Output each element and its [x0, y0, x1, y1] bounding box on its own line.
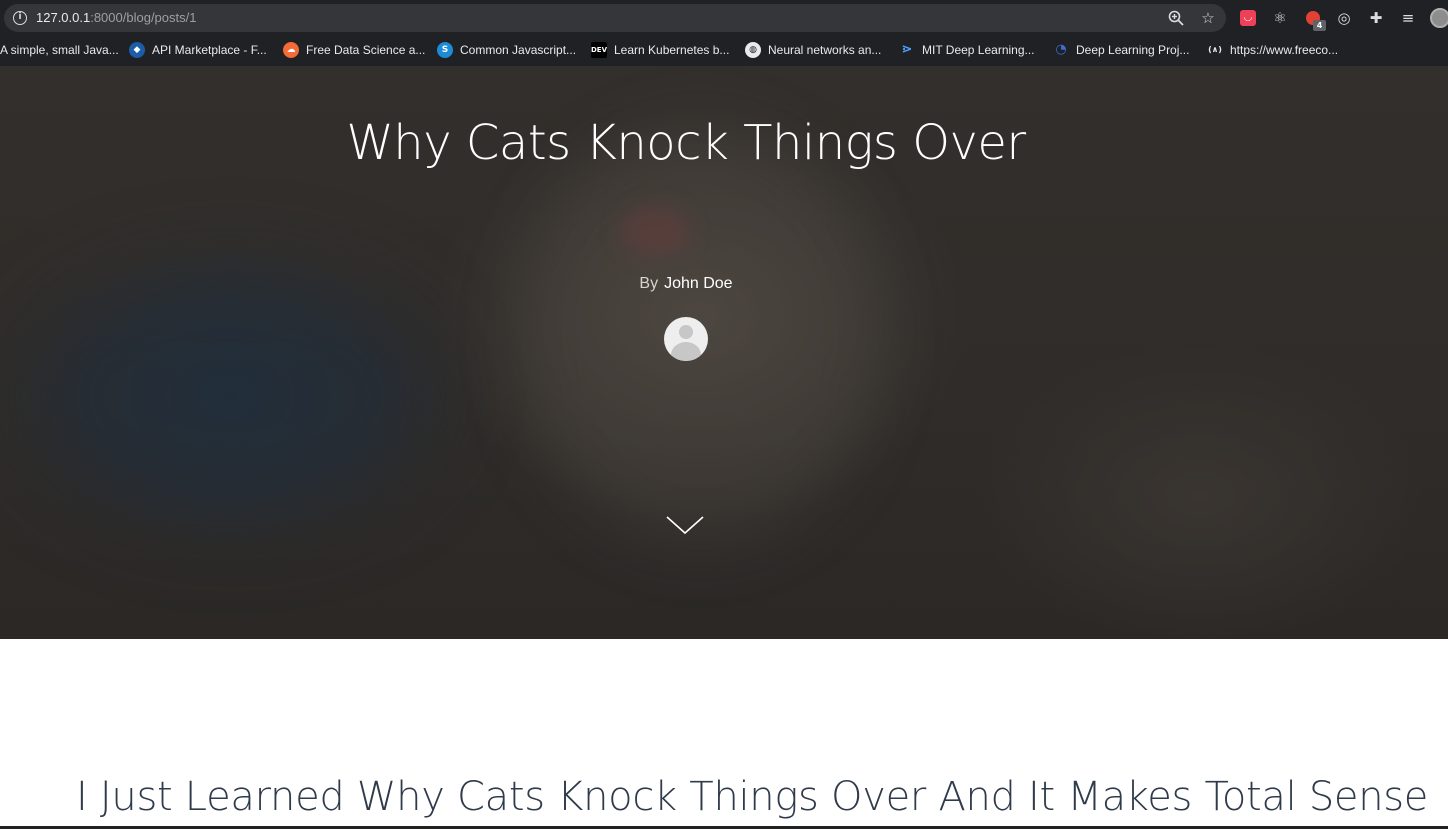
bookmark-item[interactable]: (∧) https://www.freeco...: [1207, 38, 1338, 62]
bookmark-label: API Marketplace - F...: [152, 43, 267, 57]
post-title: Why Cats Knock Things Over: [346, 115, 1026, 171]
info-icon[interactable]: i: [13, 11, 27, 25]
bookmark-label: Deep Learning Proj...: [1076, 43, 1190, 57]
bookmark-label: Learn Kubernetes b...: [614, 43, 730, 57]
bookmark-label: Free Data Science a...: [306, 43, 426, 57]
rapidapi-icon: ◆: [129, 42, 145, 58]
bookmark-item[interactable]: ☁ Free Data Science a...: [283, 38, 425, 62]
hero-background-detail: [20, 266, 440, 526]
article-heading: I Just Learned Why Cats Knock Things Ove…: [76, 774, 1429, 820]
bookmark-item[interactable]: ◍ Neural networks an...: [745, 38, 881, 62]
puzzle-icon[interactable]: ✚: [1366, 8, 1386, 28]
avatar-body: [671, 342, 701, 361]
bookmark-item[interactable]: ⋗ MIT Deep Learning...: [899, 38, 1035, 62]
bookmark-item[interactable]: ◔ Deep Learning Proj...: [1053, 38, 1189, 62]
pocket-icon[interactable]: ◡: [1240, 10, 1256, 26]
spiral-icon: ◔: [1055, 42, 1067, 57]
bookmark-label: Common Javascript...: [460, 43, 577, 57]
react-devtools-icon[interactable]: ⚛: [1270, 8, 1290, 28]
post-byline: By John Doe: [0, 272, 1372, 296]
star-icon[interactable]: ☆: [1199, 9, 1217, 27]
share-icon: ⋗: [901, 42, 913, 57]
post-hero: Why Cats Knock Things Over By John Doe: [0, 66, 1448, 639]
bookmark-label: Neural networks an...: [768, 43, 882, 57]
hero-background-detail: [620, 206, 690, 256]
media-queue-icon[interactable]: ≡: [1398, 8, 1418, 28]
extension-badge: 4: [1313, 20, 1326, 31]
target-icon[interactable]: ◎: [1334, 8, 1354, 28]
bookmark-item[interactable]: S Common Javascript...: [437, 38, 576, 62]
cloud-icon: ☁: [283, 42, 299, 58]
bookmark-item[interactable]: A simple, small Java...: [0, 38, 119, 62]
freecodecamp-icon: (∧): [1208, 45, 1222, 54]
address-bar[interactable]: i 127.0.0.1:8000/blog/posts/1 ☆: [4, 4, 1226, 32]
bookmark-label: MIT Deep Learning...: [922, 43, 1035, 57]
by-label: By: [639, 275, 659, 292]
avatar[interactable]: [664, 317, 708, 361]
dev-icon: DEV: [591, 42, 607, 58]
chevron-down-icon[interactable]: [666, 512, 704, 538]
avatar-head: [679, 325, 693, 339]
globe-icon: ◍: [745, 42, 761, 58]
browser-chrome: i 127.0.0.1:8000/blog/posts/1 ☆ ◡ ⚛ 4 ◎ …: [0, 0, 1448, 66]
bookmarks-bar: A simple, small Java... ◆ API Marketplac…: [0, 38, 1448, 62]
bookmark-item[interactable]: DEV Learn Kubernetes b...: [591, 38, 729, 62]
bookmark-label: https://www.freeco...: [1230, 43, 1339, 57]
s-icon: S: [437, 42, 453, 58]
zoom-icon[interactable]: [1167, 9, 1185, 27]
profile-avatar-icon[interactable]: [1430, 8, 1448, 28]
bookmark-item[interactable]: ◆ API Marketplace - F...: [129, 38, 267, 62]
url-text[interactable]: 127.0.0.1:8000/blog/posts/1: [36, 10, 196, 26]
author-name[interactable]: John Doe: [664, 275, 733, 292]
bookmark-label: A simple, small Java...: [0, 43, 119, 57]
